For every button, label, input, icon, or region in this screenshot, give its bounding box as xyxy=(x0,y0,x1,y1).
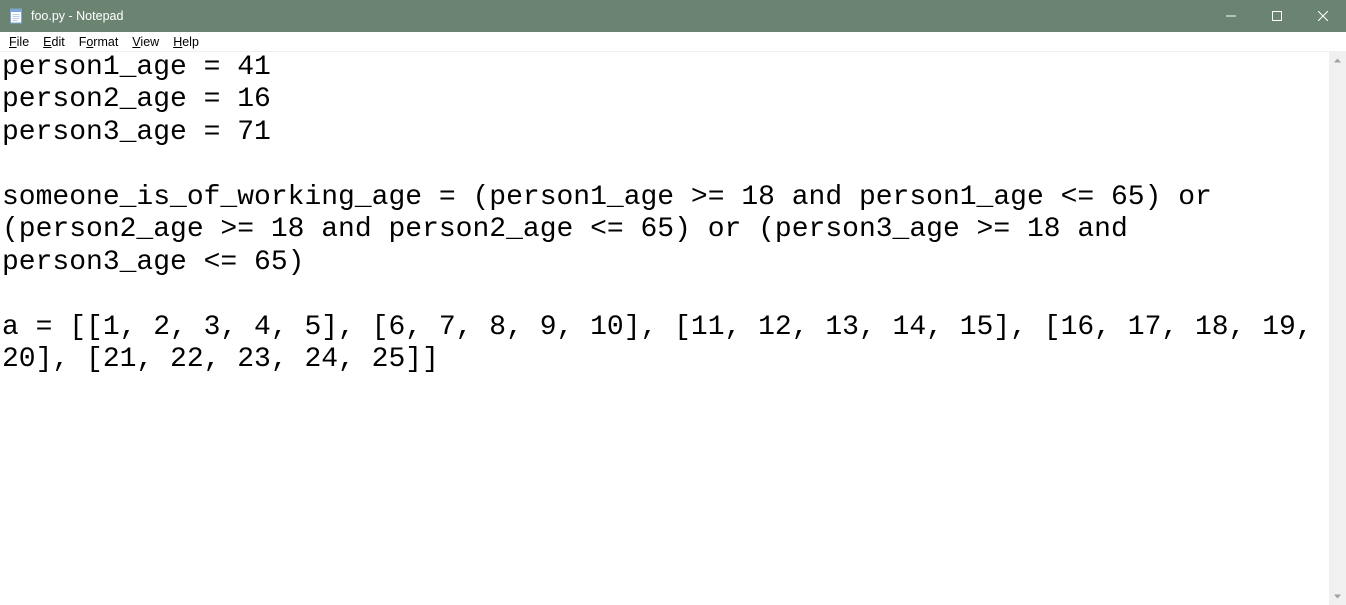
menu-view[interactable]: View xyxy=(125,34,166,50)
vertical-scrollbar[interactable] xyxy=(1329,52,1346,605)
text-editor[interactable]: person1_age = 41 person2_age = 16 person… xyxy=(0,52,1329,605)
scroll-track[interactable] xyxy=(1329,69,1346,588)
scroll-up-arrow-icon[interactable] xyxy=(1329,52,1346,69)
menu-file-rest: ile xyxy=(17,35,30,49)
maximize-button[interactable] xyxy=(1254,0,1300,32)
scroll-down-arrow-icon[interactable] xyxy=(1329,588,1346,605)
menu-format[interactable]: Format xyxy=(72,34,126,50)
window-title: foo.py - Notepad xyxy=(31,9,1208,23)
menubar: File Edit Format View Help xyxy=(0,32,1346,52)
menu-file[interactable]: File xyxy=(2,34,36,50)
notepad-icon xyxy=(8,8,24,24)
editor-container: person1_age = 41 person2_age = 16 person… xyxy=(0,52,1346,605)
menu-edit[interactable]: Edit xyxy=(36,34,72,50)
menu-format-rest: rmat xyxy=(93,35,118,49)
menu-edit-rest: dit xyxy=(52,35,65,49)
close-button[interactable] xyxy=(1300,0,1346,32)
window-controls xyxy=(1208,0,1346,32)
menu-help-rest: elp xyxy=(182,35,199,49)
minimize-button[interactable] xyxy=(1208,0,1254,32)
titlebar: foo.py - Notepad xyxy=(0,0,1346,32)
menu-help[interactable]: Help xyxy=(166,34,206,50)
menu-view-rest: iew xyxy=(140,35,159,49)
